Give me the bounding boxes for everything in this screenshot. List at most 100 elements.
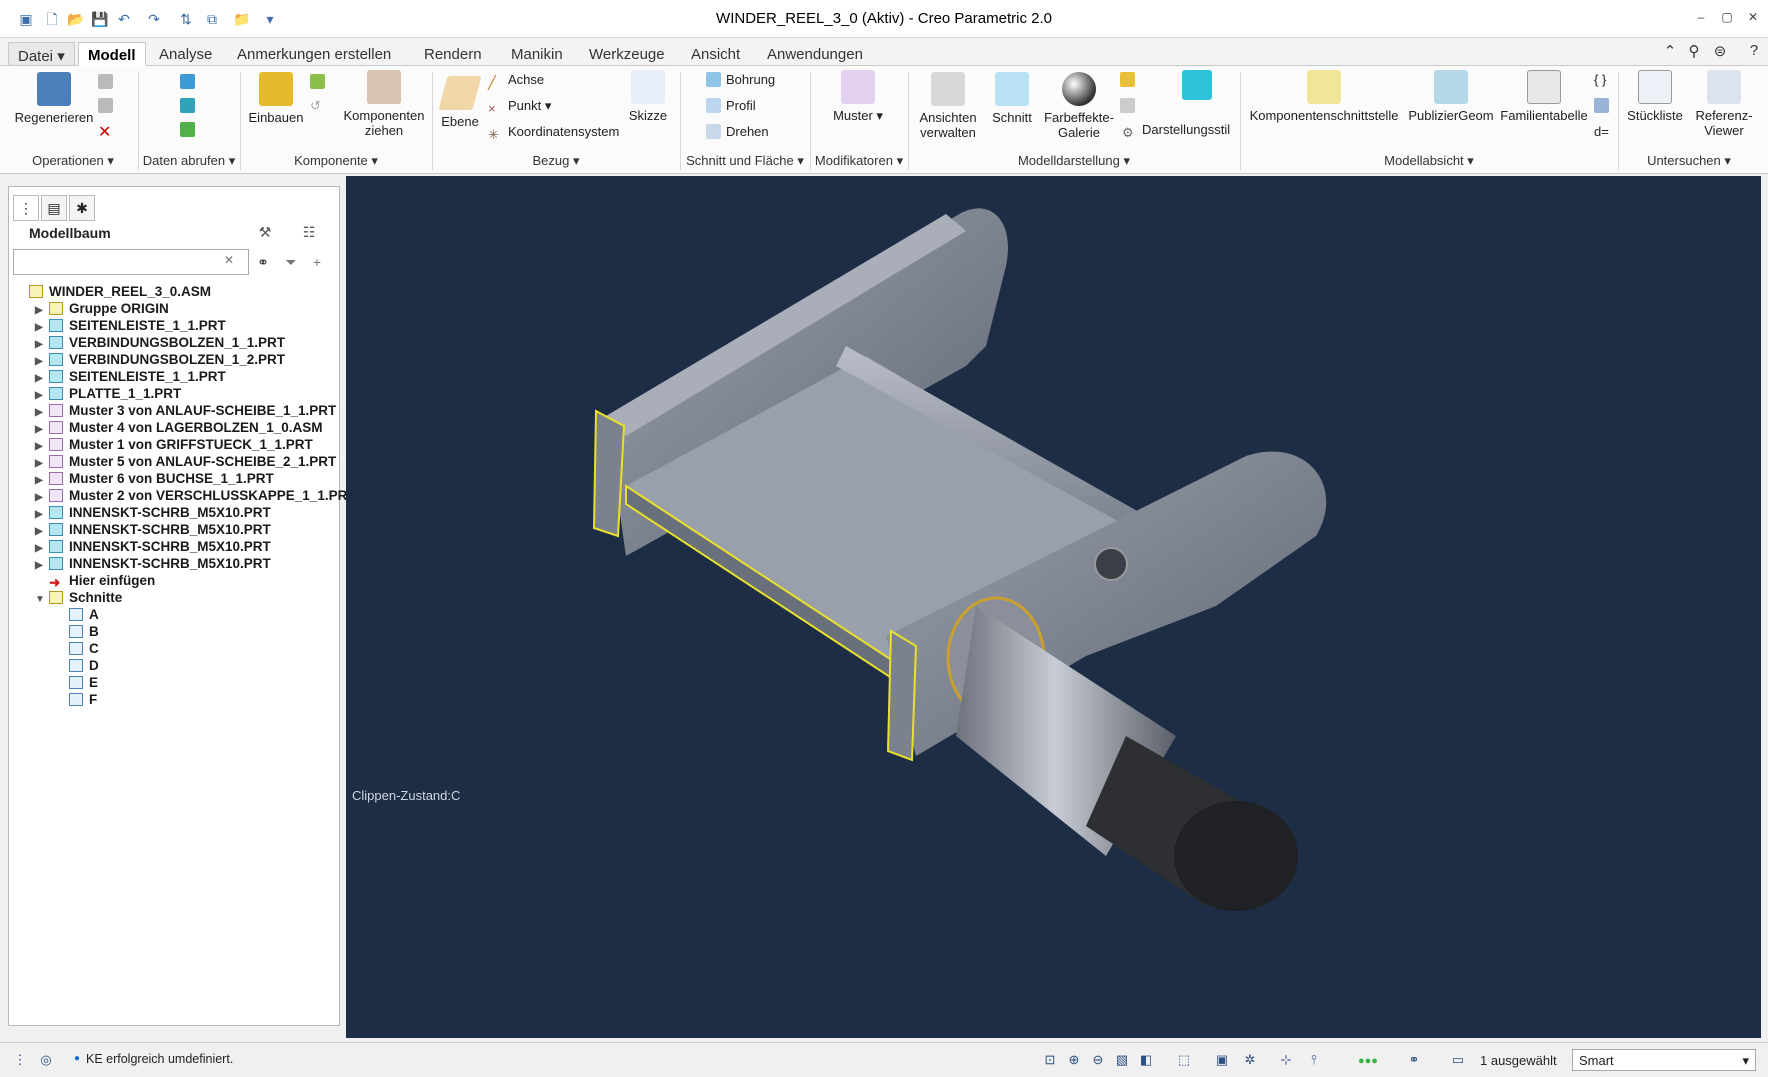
relations-icon[interactable]: { } xyxy=(1594,72,1606,87)
datum-display-icon[interactable]: ✲ xyxy=(1240,1052,1260,1070)
copy-icon[interactable] xyxy=(98,74,118,89)
tab-rendern[interactable]: Rendern xyxy=(415,42,491,66)
tree-item[interactable]: ▶ Muster 1 von GRIFFSTUECK_1_1.PRT xyxy=(35,436,313,454)
find-binoculars-icon[interactable]: ⚭ xyxy=(253,253,273,271)
tree-item[interactable]: ▶ SEITENLEISTE_1_1.PRT xyxy=(35,317,226,335)
copy-geom-icon[interactable] xyxy=(180,98,200,113)
tree-item[interactable]: ▶ INNENSKT-SCHRB_M5X10.PRT xyxy=(35,538,271,556)
tab-modell[interactable]: Modell xyxy=(78,42,146,66)
tree-item[interactable]: ▶ Muster 5 von ANLAUF-SCHEIBE_2_1.PRT xyxy=(35,453,336,471)
selection-box-icon[interactable]: ▭ xyxy=(1448,1052,1468,1070)
find-status-icon[interactable]: ⚭ xyxy=(1404,1052,1424,1070)
display-style-status-icon[interactable]: ⬚ xyxy=(1174,1052,1194,1070)
show-icon[interactable]: ☷ xyxy=(299,223,319,241)
profil-button[interactable]: Profil xyxy=(706,98,756,113)
group-untersuchen[interactable]: Untersuchen ▾ xyxy=(1618,150,1760,172)
tab-werkzeuge[interactable]: Werkzeuge xyxy=(580,42,674,66)
ansichten-verwalten-button[interactable]: Ansichten verwalten xyxy=(912,72,984,140)
search-icon[interactable]: ⚲ xyxy=(1684,42,1704,62)
tab-analyse[interactable]: Analyse xyxy=(150,42,221,66)
komponenten-ziehen-button[interactable]: Komponenten ziehen xyxy=(340,70,428,138)
tree-item[interactable]: ▶ Muster 2 von VERSCHLUSSKAPPE_1_1.PRT xyxy=(35,487,356,505)
tab-ansicht[interactable]: Ansicht xyxy=(682,42,749,66)
shrinkwrap-icon[interactable] xyxy=(180,122,200,137)
tree-item[interactable]: WINDER_REEL_3_0.ASM xyxy=(15,283,211,301)
parameters-icon[interactable] xyxy=(1594,98,1614,113)
tree-item[interactable]: ▶ Muster 4 von LAGERBOLZEN_1_0.ASM xyxy=(35,419,323,437)
tree-item[interactable]: F xyxy=(55,691,97,709)
close-icon[interactable]: ✕ xyxy=(1742,10,1764,28)
zoom-out-icon[interactable]: ⊖ xyxy=(1088,1052,1108,1070)
model-tree-tab-icon[interactable]: ⋮ xyxy=(13,195,39,221)
clear-search-icon[interactable]: ✕ xyxy=(219,251,239,269)
group-modifikatoren[interactable]: Modifikatoren ▾ xyxy=(810,150,908,172)
minimize-ribbon-icon[interactable]: ⌃ xyxy=(1660,42,1680,62)
tree-item[interactable]: ▶ INNENSKT-SCHRB_M5X10.PRT xyxy=(35,504,271,522)
paste-icon[interactable] xyxy=(98,98,118,113)
switch-dimensions-icon[interactable]: d= xyxy=(1594,124,1609,139)
publiziergeom-button[interactable]: PublizierGeom xyxy=(1406,70,1496,123)
tree-item[interactable]: ▶ SEITENLEISTE_1_1.PRT xyxy=(35,368,226,386)
tree-item[interactable]: ▶ Muster 6 von BUCHSE_1_1.PRT xyxy=(35,470,274,488)
tree-item[interactable]: D xyxy=(55,657,99,675)
zoom-in-icon[interactable]: ⊕ xyxy=(1064,1052,1084,1070)
tree-item[interactable]: B xyxy=(55,623,99,641)
punkt-button[interactable]: × Punkt ▾ xyxy=(488,98,551,116)
group-daten-abrufen[interactable]: Daten abrufen ▾ xyxy=(138,150,240,172)
stueckliste-button[interactable]: Stückliste xyxy=(1622,70,1688,123)
muster-button[interactable]: Muster ▾ xyxy=(820,70,896,123)
create-component-icon[interactable] xyxy=(310,74,330,89)
tree-item[interactable]: A xyxy=(55,606,99,624)
minimize-icon[interactable]: – xyxy=(1690,10,1712,28)
tab-anwendungen[interactable]: Anwendungen xyxy=(758,42,872,66)
group-komponente[interactable]: Komponente ▾ xyxy=(240,150,432,172)
tab-manikin[interactable]: Manikin xyxy=(502,42,572,66)
group-bezug[interactable]: Bezug ▾ xyxy=(432,150,680,172)
tree-item[interactable]: ▶ VERBINDUNGSBOLZEN_1_2.PRT xyxy=(35,351,285,369)
maximize-icon[interactable]: ▢ xyxy=(1716,10,1738,28)
tree-search-input[interactable] xyxy=(13,249,249,275)
repaint-icon[interactable]: ▧ xyxy=(1112,1052,1132,1070)
darstellungsstil-label[interactable]: ⚙ Darstellungsstil xyxy=(1122,122,1230,140)
koordinatensystem-button[interactable]: ✳ Koordinatensystem xyxy=(488,124,619,142)
darstellungsstil-button[interactable] xyxy=(1120,70,1230,104)
add-column-icon[interactable]: + xyxy=(307,253,327,271)
tree-item[interactable]: ▼ Schnitte xyxy=(35,589,122,607)
farbeffekte-galerie-button[interactable]: Farbeffekte-Galerie xyxy=(1040,72,1118,140)
settings-icon[interactable]: ⚒ xyxy=(255,223,275,241)
user-defined-icon[interactable] xyxy=(180,74,200,89)
favorites-tab-icon[interactable]: ✱ xyxy=(69,195,95,221)
refit-icon[interactable]: ⊡ xyxy=(1040,1052,1060,1070)
einbauen-button[interactable]: Einbauen xyxy=(244,72,308,125)
group-modelldarstellung[interactable]: Modelldarstellung ▾ xyxy=(908,150,1240,172)
help-icon[interactable]: ? xyxy=(1744,42,1764,62)
komponentenschnittstelle-button[interactable]: Komponentenschnittstelle xyxy=(1244,70,1404,123)
selection-filter-select[interactable]: Smart ▾ xyxy=(1572,1049,1756,1071)
achse-button[interactable]: ╱ Achse xyxy=(488,72,544,90)
tree-item[interactable]: ▶ VERBINDUNGSBOLZEN_1_1.PRT xyxy=(35,334,285,352)
bohrung-button[interactable]: Bohrung xyxy=(706,72,775,87)
skizze-button[interactable]: Skizze xyxy=(620,70,676,123)
tree-item[interactable]: ▶ INNENSKT-SCHRB_M5X10.PRT xyxy=(35,555,271,573)
drehen-button[interactable]: Drehen xyxy=(706,124,769,139)
expand-arrow-icon[interactable]: ▼ xyxy=(35,591,49,609)
tree-item[interactable]: ▶ INNENSKT-SCHRB_M5X10.PRT xyxy=(35,521,271,539)
group-modellabsicht[interactable]: Modellabsicht ▾ xyxy=(1240,150,1618,172)
view-manager-status-icon[interactable]: ▣ xyxy=(1212,1052,1232,1070)
tree-item[interactable]: E xyxy=(55,674,98,692)
community-icon[interactable]: ⊜ xyxy=(1710,42,1730,62)
tree-item[interactable]: ➜ Hier einfügen xyxy=(35,572,155,590)
tree-item[interactable]: C xyxy=(55,640,99,658)
group-schnitt-und-flaeche[interactable]: Schnitt und Fläche ▾ xyxy=(680,150,810,172)
tree-item[interactable]: ▶ Gruppe ORIGIN xyxy=(35,300,169,318)
tree-toggle-icon[interactable]: ⋮ xyxy=(10,1052,30,1070)
browser-toggle-icon[interactable]: ◎ xyxy=(36,1052,56,1070)
tab-datei[interactable]: Datei ▾ xyxy=(8,42,75,66)
tab-anmerkungen[interactable]: Anmerkungen erstellen xyxy=(228,42,400,66)
spin-center-icon[interactable]: ⊹ xyxy=(1276,1052,1296,1070)
filter-icon[interactable]: ⏷ xyxy=(281,253,301,271)
ebene-button[interactable]: Ebene xyxy=(436,76,484,129)
folder-browser-tab-icon[interactable]: ▤ xyxy=(41,195,67,221)
schnitt-button[interactable]: Schnitt xyxy=(986,72,1038,125)
tree-item[interactable]: ▶ Muster 3 von ANLAUF-SCHEIBE_1_1.PRT xyxy=(35,402,336,420)
